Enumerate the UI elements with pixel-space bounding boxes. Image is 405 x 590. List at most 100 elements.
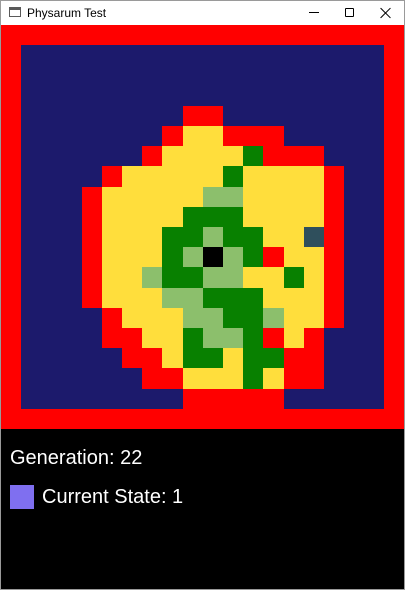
grid-cell-dark-green [223, 308, 243, 328]
grid-cell-yellow [304, 288, 324, 308]
grid-cell-border [263, 146, 284, 166]
grid-cell-border [183, 389, 203, 409]
grid-cell-yellow [162, 166, 183, 187]
grid-cell-yellow [122, 166, 142, 187]
grid-cell-yellow [183, 187, 203, 207]
grid-cell-yellow [142, 207, 162, 227]
grid-cell-light-green [203, 227, 223, 247]
grid-cell-yellow [102, 207, 122, 227]
grid-cell-yellow [263, 207, 284, 227]
grid-cell-yellow [203, 368, 223, 389]
grid-cell-yellow [304, 207, 324, 227]
minimize-icon [309, 12, 319, 13]
grid-cell-border [324, 267, 344, 288]
grid-cell-yellow [243, 166, 263, 187]
grid-cell-border [304, 328, 324, 348]
grid-cell-yellow [263, 166, 284, 187]
grid-cell-border [223, 126, 243, 146]
grid-cell-yellow [203, 146, 223, 166]
grid-cell-border [142, 348, 162, 368]
grid-cell-border [324, 187, 344, 207]
grid-cell-border [284, 368, 304, 389]
grid-cell-dark-green [223, 166, 243, 187]
grid-cell-yellow [142, 227, 162, 247]
grid-cell-border [304, 146, 324, 166]
grid-cell-yellow [162, 308, 183, 328]
grid-cell-yellow [183, 166, 203, 187]
window-title: Physarum Test [27, 6, 107, 20]
grid-cell-yellow [304, 267, 324, 288]
grid-cell-border [243, 126, 263, 146]
grid-cell-teal [304, 227, 324, 247]
grid-cell-yellow [284, 247, 304, 267]
grid-cell-dark-green [243, 308, 263, 328]
grid-cell-yellow [122, 288, 142, 308]
grid-cell-yellow [183, 368, 203, 389]
grid-cell-dark-green [162, 247, 183, 267]
grid-cell-yellow [142, 187, 162, 207]
grid-cell-border [82, 227, 102, 247]
grid-cell-yellow [102, 187, 122, 207]
grid-cell-light-green [203, 328, 223, 348]
current-state-swatch [10, 485, 34, 509]
grid-cell-border [243, 389, 263, 409]
grid-cell-yellow [122, 267, 142, 288]
grid-cell-yellow [263, 288, 284, 308]
grid-cell-yellow [304, 308, 324, 328]
grid-cell-yellow [243, 187, 263, 207]
current-state-label: Current State: 1 [42, 486, 184, 508]
grid-cell-yellow [162, 328, 183, 348]
grid-cell-border [263, 389, 284, 409]
grid-cell-border [122, 328, 142, 348]
grid-cell-dark-green [243, 146, 263, 166]
grid-cell-dark-green [284, 267, 304, 288]
grid-cell-yellow [122, 187, 142, 207]
grid-cell-dark-green [203, 348, 223, 368]
grid-cell-border [82, 187, 102, 207]
grid-cell-border [183, 106, 203, 126]
grid-cell-light-green [142, 267, 162, 288]
grid-cell-border [263, 247, 284, 267]
grid-cell-border [102, 166, 122, 187]
grid-cell-border [284, 146, 304, 166]
grid-cell-yellow [102, 288, 122, 308]
grid-cell-light-green [183, 247, 203, 267]
grid-cell-yellow [102, 227, 122, 247]
grid-cell-dark-green [223, 227, 243, 247]
grid-cell-yellow [203, 126, 223, 146]
grid-cell-light-green [162, 288, 183, 308]
grid-cell-yellow [122, 227, 142, 247]
grid-cell-yellow [142, 166, 162, 187]
grid-cell-dark-green [243, 247, 263, 267]
grid-cell-yellow [102, 247, 122, 267]
grid-cell-yellow [223, 368, 243, 389]
grid-cell-yellow [284, 308, 304, 328]
title-bar[interactable]: Physarum Test [1, 1, 404, 25]
grid-cell-dark-green [263, 348, 284, 368]
grid-cell-border [102, 328, 122, 348]
grid-cell-yellow [203, 166, 223, 187]
grid-cell-yellow [142, 288, 162, 308]
grid-cell-border [324, 288, 344, 308]
grid-cell-light-green [223, 187, 243, 207]
grid-cell-yellow [122, 308, 142, 328]
grid-cell-yellow [183, 126, 203, 146]
grid-cell-yellow [102, 267, 122, 288]
grid-cell-light-green [223, 247, 243, 267]
grid-cell-yellow [183, 146, 203, 166]
grid-cell-yellow [142, 308, 162, 328]
grid-cell-yellow [243, 207, 263, 227]
grid-cell-border [304, 348, 324, 368]
close-button[interactable] [368, 1, 404, 25]
maximize-button[interactable] [332, 1, 368, 25]
grid-cell-light-green [203, 267, 223, 288]
grid-cell-border [203, 389, 223, 409]
grid-cell-yellow [263, 227, 284, 247]
grid-cell-dark-green [243, 328, 263, 348]
simulation-canvas[interactable] [1, 25, 404, 469]
grid-cell-yellow [304, 187, 324, 207]
grid-cell-border [263, 126, 284, 146]
grid-cell-light-green [263, 308, 284, 328]
grid-cell-yellow [223, 146, 243, 166]
minimize-button[interactable] [296, 1, 332, 25]
